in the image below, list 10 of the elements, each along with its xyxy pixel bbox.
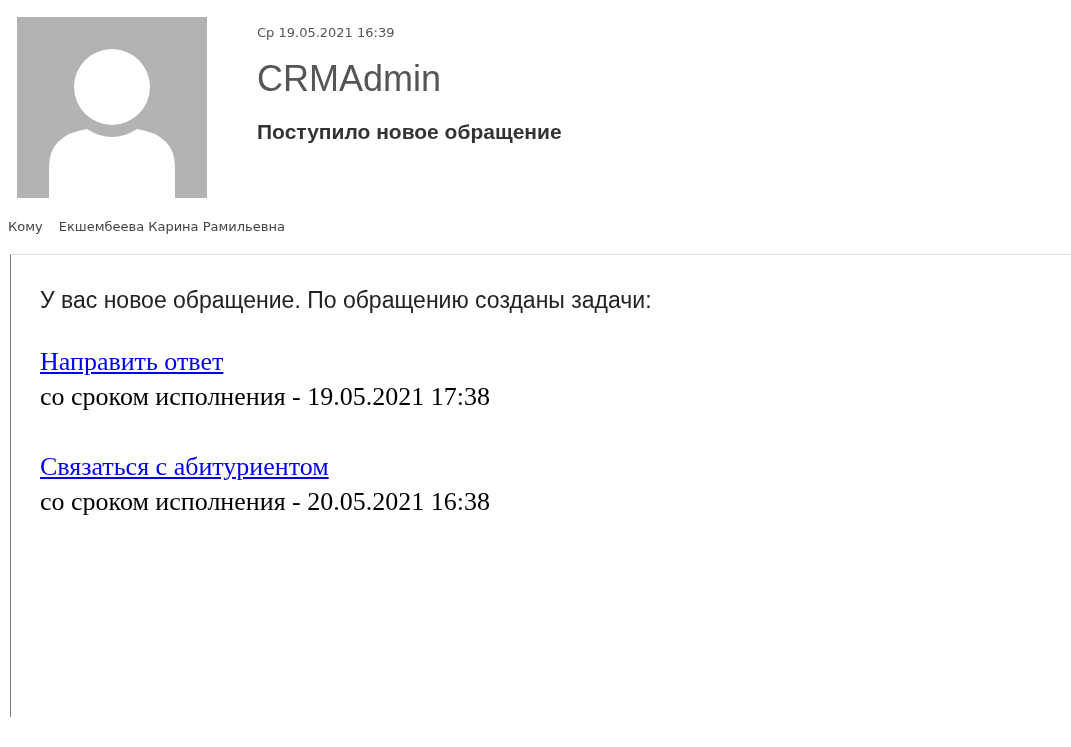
recipient-name: Екшембеева Карина Рамильевна — [58, 219, 285, 234]
to-label: Кому — [8, 219, 43, 234]
task-link[interactable]: Связаться с абитуриентом — [40, 449, 329, 484]
sender-name: CRMAdmin — [257, 58, 443, 100]
subject-line: Поступило новое обращение — [257, 120, 562, 144]
task-deadline: со сроком исполнения - 20.05.2021 16:38 — [40, 486, 490, 518]
task-link[interactable]: Направить ответ — [40, 344, 224, 379]
task-deadline: со сроком исполнения - 19.05.2021 17:38 — [40, 381, 490, 413]
sent-date: Ср 19.05.2021 16:39 — [257, 25, 396, 40]
message-intro: У вас новое обращение. По обращению созданы задачи: — [40, 287, 653, 314]
